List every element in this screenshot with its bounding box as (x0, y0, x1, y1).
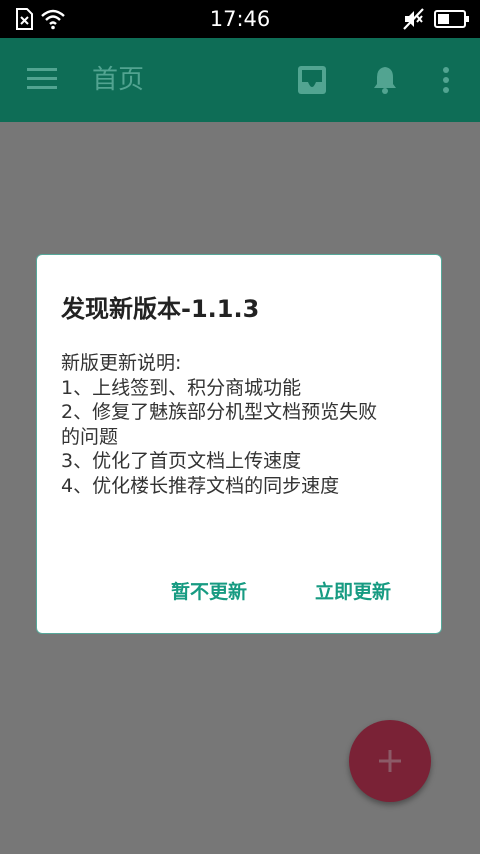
dialog-line: 的问题 (61, 425, 119, 448)
add-fab-button[interactable] (349, 720, 431, 802)
app-bar: 首页 (0, 38, 480, 122)
dialog-line: 4、优化楼长推荐文档的同步速度 (61, 474, 340, 497)
dialog-line: 3、优化了首页文档上传速度 (61, 450, 302, 472)
update-dialog: 发现新版本-1.1.3 新版更新说明: 1、上线签到、积分商城功能 2、修复了魅… (36, 254, 442, 634)
battery-icon (434, 10, 469, 28)
inbox-icon[interactable] (297, 65, 327, 95)
update-now-button[interactable]: 立即更新 (315, 577, 391, 604)
dialog-line: 新版更新说明: (61, 352, 182, 374)
more-vert-icon[interactable] (441, 66, 451, 94)
page-title: 首页 (92, 65, 145, 95)
dialog-line: 1、上线签到、积分商城功能 (61, 376, 302, 399)
menu-icon[interactable] (27, 66, 57, 92)
plus-icon (379, 750, 401, 772)
later-button[interactable]: 暂不更新 (171, 577, 247, 604)
dialog-line: 2、修复了魅族部分机型文档预览失败 (61, 401, 378, 423)
mute-icon (403, 8, 424, 30)
dialog-message: 新版更新说明: 1、上线签到、积分商城功能 2、修复了魅族部分机型文档预览失败 … (61, 351, 421, 498)
status-bar: 17:46 (0, 0, 480, 38)
bell-icon[interactable] (372, 65, 398, 95)
dialog-title: 发现新版本-1.1.3 (61, 295, 260, 323)
